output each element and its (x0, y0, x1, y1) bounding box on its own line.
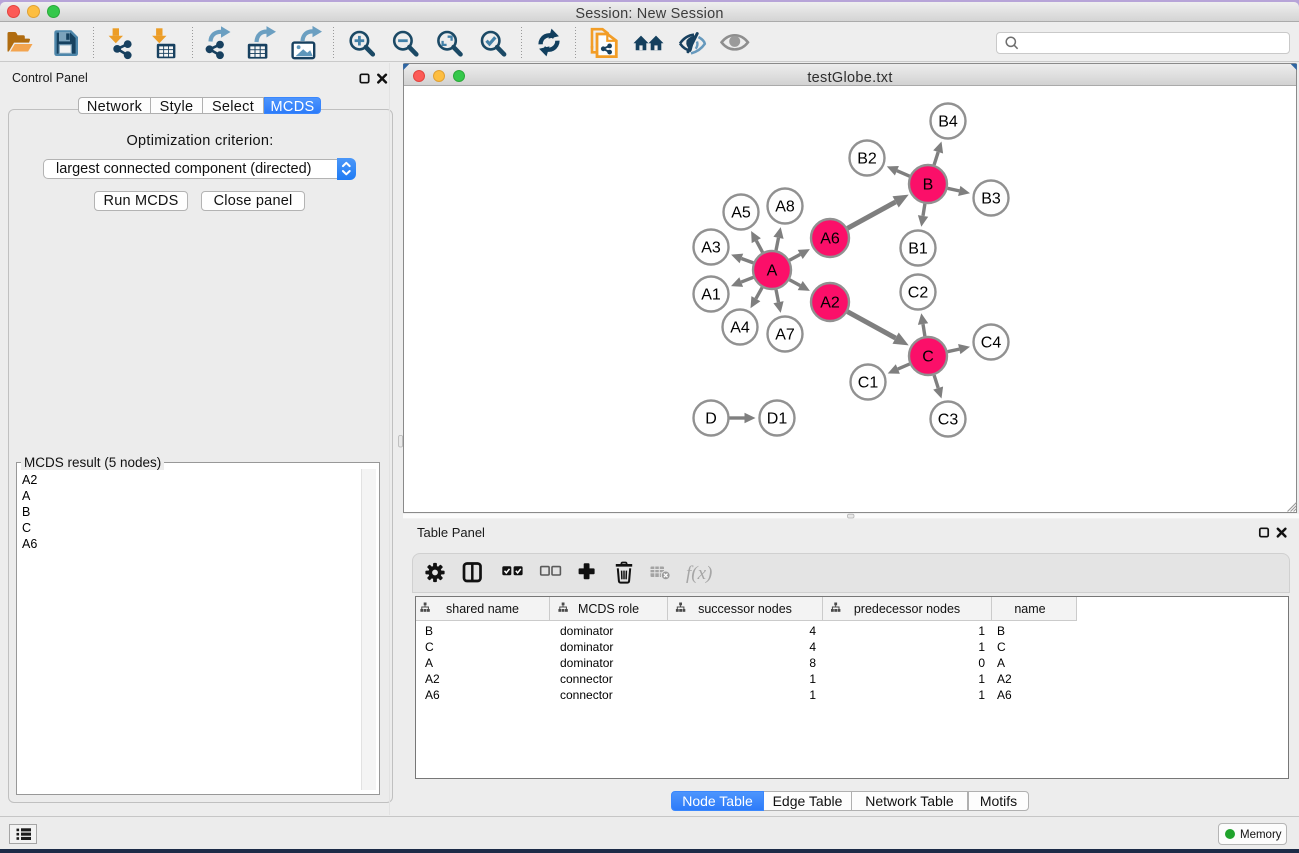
svg-text:Memory: Memory (1240, 829, 1282, 841)
svg-text:f(x): f(x) (686, 563, 712, 584)
